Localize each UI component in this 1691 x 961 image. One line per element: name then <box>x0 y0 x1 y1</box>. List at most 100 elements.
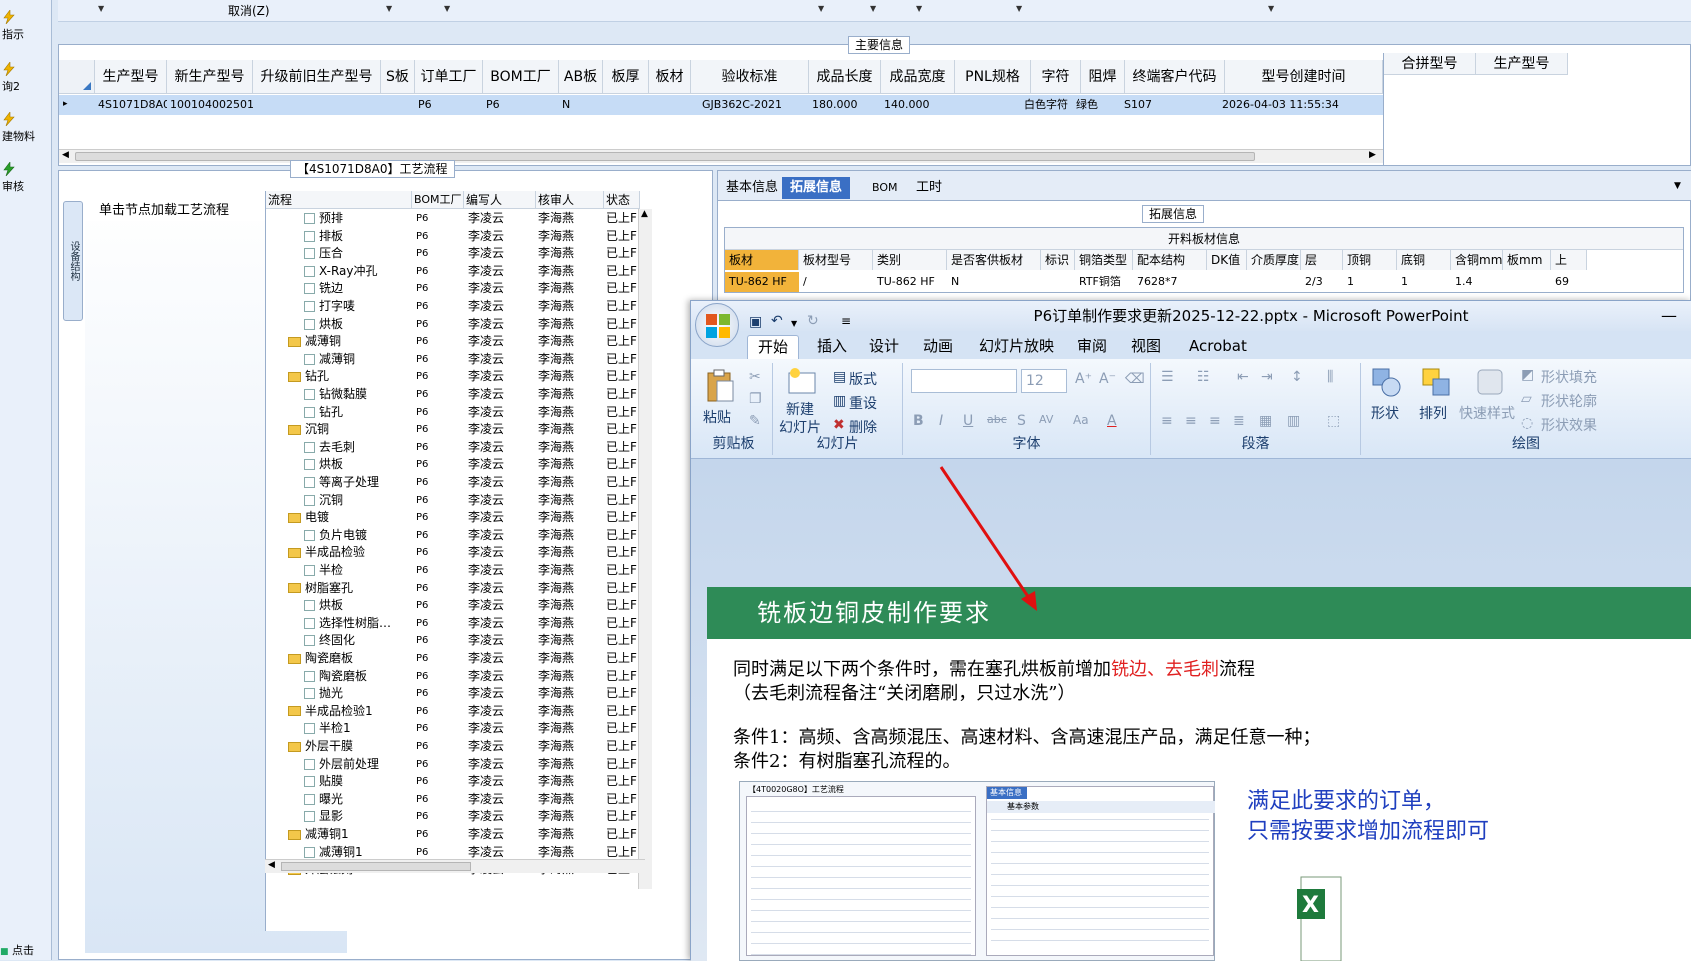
col-header[interactable]: 订单工厂 <box>415 60 483 94</box>
cell-status[interactable]: 已上F <box>606 403 637 422</box>
cell-status[interactable]: 已上F <box>606 526 637 545</box>
cell-status[interactable]: 已上F <box>606 438 637 457</box>
tree-row[interactable]: 烘板 P6 李凌云 李海燕 已上F <box>266 596 646 615</box>
cell-writer[interactable]: 李凌云 <box>468 825 504 844</box>
col-header[interactable]: 顶铜 <box>1343 250 1397 270</box>
col-header[interactable]: 新生产型号 <box>167 60 253 94</box>
ext-cell[interactable] <box>1207 272 1247 292</box>
tab-home[interactable]: 开始 <box>747 335 800 359</box>
tree-row[interactable]: 半成品检验1 P6 李凌云 李海燕 已上F <box>266 702 646 721</box>
col-header[interactable]: 铜箔类型 <box>1075 250 1133 270</box>
tab-slideshow[interactable]: 幻灯片放映 <box>969 335 1064 359</box>
tree-row[interactable]: 铣边 P6 李凌云 李海燕 已上F <box>266 279 646 298</box>
cell-writer[interactable]: 李凌云 <box>468 719 504 738</box>
tab-bom[interactable]: BOM <box>864 177 906 199</box>
dropdown-arrow-icon[interactable]: ▼ <box>916 4 922 13</box>
cell-factory[interactable]: P6 <box>416 279 428 298</box>
cell-reviewer[interactable]: 李海燕 <box>538 455 574 474</box>
cell-writer[interactable]: 李凌云 <box>468 244 504 263</box>
cell-writer[interactable]: 李凌云 <box>468 702 504 721</box>
cell-reviewer[interactable]: 李海燕 <box>538 561 574 580</box>
ext-cell[interactable] <box>1041 272 1075 292</box>
cell-reviewer[interactable]: 李海燕 <box>538 227 574 246</box>
cell-reviewer[interactable]: 李海燕 <box>538 279 574 298</box>
col-header[interactable]: 层 <box>1301 250 1343 270</box>
cell-solder[interactable]: 绿色 <box>1073 95 1123 115</box>
tree-row[interactable]: 钻孔 P6 李凌云 李海燕 已上F <box>266 367 646 386</box>
col-header[interactable]: 型号创建时间 <box>1225 60 1383 94</box>
cell-reviewer[interactable]: 李海燕 <box>538 684 574 703</box>
tab-acrobat[interactable]: Acrobat <box>1179 335 1257 359</box>
tree-row[interactable]: 压合 P6 李凌云 李海燕 已上F <box>266 244 646 263</box>
tree-node-label[interactable]: 烘板 <box>304 596 343 615</box>
columns-icon[interactable]: ▥ <box>1287 413 1300 429</box>
cell-factory[interactable]: P6 <box>416 561 428 580</box>
cell-writer[interactable]: 李凌云 <box>468 614 504 633</box>
col-header[interactable]: 配本结构 <box>1133 250 1207 270</box>
col-header[interactable]: 状态 <box>604 191 640 209</box>
minimize-icon[interactable]: — <box>1661 301 1677 331</box>
cell-reviewer[interactable]: 李海燕 <box>538 631 574 650</box>
cell-ab[interactable]: N <box>559 95 603 115</box>
tree-node-label[interactable]: 负片电镀 <box>304 526 367 545</box>
tree-row[interactable]: 沉铜 P6 李凌云 李海燕 已上F <box>266 491 646 510</box>
tree-node-label[interactable]: 打字唛 <box>304 297 355 316</box>
ext-cell[interactable]: / <box>799 272 873 292</box>
tree-node-label[interactable]: 预排 <box>304 209 343 228</box>
tree-row[interactable]: 负片电镀 P6 李凌云 李海燕 已上F <box>266 526 646 545</box>
cancel-button[interactable]: 取消(Z) <box>228 2 270 19</box>
cell-writer[interactable]: 李凌云 <box>468 227 504 246</box>
cell-factory[interactable]: P6 <box>416 807 428 826</box>
cell-writer[interactable]: 李凌云 <box>468 420 504 439</box>
cell-customer[interactable]: S107 <box>1121 95 1221 115</box>
font-name-combo[interactable] <box>911 369 1017 393</box>
tree-node-label[interactable]: 半检 <box>304 561 343 580</box>
col-header[interactable]: 是否客供板材 <box>947 250 1041 270</box>
cell-status[interactable]: 已上F <box>606 667 637 686</box>
cell-writer[interactable]: 李凌云 <box>468 262 504 281</box>
tree-row[interactable]: 选择性树脂… P6 李凌云 李海燕 已上F <box>266 614 646 633</box>
tree-node-label[interactable]: 钻孔 <box>304 403 343 422</box>
dropdown-arrow-icon[interactable]: ▼ <box>386 4 392 13</box>
tree-row[interactable]: 陶瓷磨板 P6 李凌云 李海燕 已上F <box>266 667 646 686</box>
tree-row[interactable]: 半成品检验 P6 李凌云 李海燕 已上F <box>266 543 646 562</box>
tree-node-label[interactable]: 外层干膜 <box>288 737 353 756</box>
ext-cell[interactable]: N <box>947 272 1041 292</box>
ext-cell[interactable]: TU-862 HF <box>873 272 947 292</box>
cell-length[interactable]: 180.000 <box>809 95 881 115</box>
cell-reviewer[interactable]: 李海燕 <box>538 332 574 351</box>
shapes-button[interactable]: 形状 <box>1371 403 1399 423</box>
tab-view[interactable]: 视图 <box>1121 335 1171 359</box>
increase-indent-icon[interactable]: ⇥ <box>1261 369 1273 385</box>
ext-cell[interactable] <box>1247 272 1301 292</box>
tree-row[interactable]: 减薄铜1 P6 李凌云 李海燕 已上F <box>266 825 646 844</box>
cell-reviewer[interactable]: 李海燕 <box>538 350 574 369</box>
col-header[interactable]: S板 <box>381 60 415 94</box>
cell-reviewer[interactable]: 李海燕 <box>538 491 574 510</box>
cell-status[interactable]: 已上F <box>606 596 637 615</box>
cell-factory[interactable]: P6 <box>416 420 428 439</box>
col-header[interactable]: 流程 <box>266 191 412 209</box>
cell-writer[interactable]: 李凌云 <box>468 561 504 580</box>
new-slide-button[interactable]: 新建 幻灯片 <box>779 401 821 437</box>
tree-row[interactable]: 钻孔 P6 李凌云 李海燕 已上F <box>266 403 646 422</box>
col-header[interactable]: 板材 <box>725 250 799 270</box>
cell-writer[interactable]: 李凌云 <box>468 631 504 650</box>
cell-status[interactable]: 已上F <box>606 702 637 721</box>
tree-node-label[interactable]: 抛光 <box>304 684 343 703</box>
tree-node-label[interactable]: 沉铜 <box>288 420 329 439</box>
col-header[interactable]: AB板 <box>559 60 603 94</box>
cell-reviewer[interactable]: 李海燕 <box>538 209 574 228</box>
cell-status[interactable]: 已上F <box>606 491 637 510</box>
col-header[interactable]: 成品宽度 <box>881 60 955 94</box>
ext-cell[interactable] <box>1503 272 1551 292</box>
cell-order-factory[interactable]: P6 <box>415 95 483 115</box>
dropdown-arrow-icon[interactable]: ▼ <box>870 4 876 13</box>
align-center-icon[interactable]: ≡ <box>1185 413 1197 429</box>
cell-writer[interactable]: 李凌云 <box>468 543 504 562</box>
cell-factory[interactable]: P6 <box>416 297 428 316</box>
dropdown-arrow-icon[interactable]: ▼ <box>98 4 104 13</box>
cell-reviewer[interactable]: 李海燕 <box>538 297 574 316</box>
cell-status[interactable]: 已上F <box>606 790 637 809</box>
col-header[interactable]: 终端客户代码 <box>1125 60 1225 94</box>
